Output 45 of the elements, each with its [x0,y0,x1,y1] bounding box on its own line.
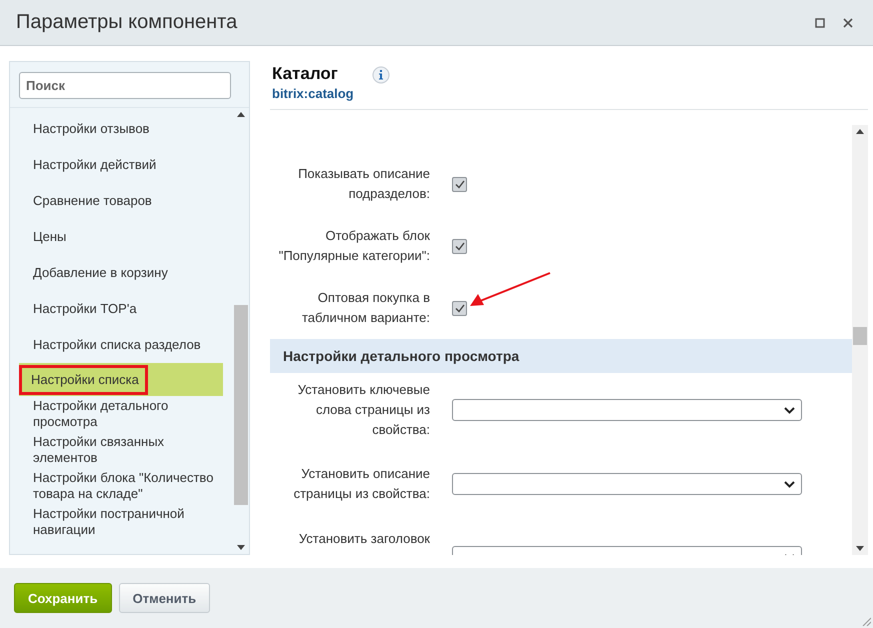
section-title: Настройки детального просмотра [283,348,520,364]
setting-label: Отображать блок "Популярные категории": [278,227,430,265]
cancel-button[interactable]: Отменить [118,583,210,613]
sidebar-item[interactable]: Настройки блока "Количество товара на складе" [19,468,233,504]
checkbox[interactable] [452,300,467,316]
close-icon[interactable] [843,18,853,28]
sidebar-item[interactable]: Настройки действий [19,147,233,183]
resize-grip-icon[interactable] [861,616,871,626]
sidebar-item[interactable]: Цены [19,219,233,255]
component-code: bitrix:catalog [272,86,354,101]
scroll-down-icon[interactable] [856,546,864,551]
check-icon [454,304,464,312]
dropdown[interactable] [452,399,802,421]
window-title: Параметры компонента [16,11,238,34]
sidebar-item[interactable]: Сравнение товаров [19,183,233,219]
sidebar-item[interactable]: Добавление в корзину [19,255,233,291]
checkbox[interactable] [452,238,467,254]
chevron-down-icon [784,480,795,488]
component-title: Каталог [272,64,339,84]
search-field[interactable]: Поиск [19,72,231,99]
scroll-down-icon[interactable] [237,545,245,550]
info-icon[interactable] [372,66,390,84]
sidebar-item[interactable]: Настройки TOP'а [19,291,233,327]
maximize-icon[interactable] [815,18,825,28]
setting-label: Оптовая покупка в табличном варианте: [300,289,430,327]
scrollbar[interactable] [852,125,868,555]
sidebar-item[interactable]: Настройки связанных элементов [19,432,233,468]
setting-label: Установить заголовок [298,530,430,548]
scroll-up-icon[interactable] [856,129,864,134]
dropdown[interactable] [452,473,802,495]
scroll-up-icon[interactable] [237,112,245,117]
check-icon [454,180,464,188]
sidebar-item[interactable]: Настройки постраничной навигации [19,504,233,540]
checkbox[interactable] [452,176,467,192]
sidebar-item[interactable]: Настройки списка [19,363,223,396]
chevron-down-icon [784,406,795,414]
sidebar-item[interactable]: Настройки отзывов [19,111,233,147]
scrollbar-thumb[interactable] [853,327,867,345]
scrollbar-thumb[interactable] [234,305,248,505]
check-icon [454,242,464,250]
setting-label: Установить описание страницы из свойства: [292,465,430,503]
sidebar-item[interactable]: Настройки детального просмотра [19,396,233,432]
setting-label: Установить ключевые слова страницы из свойства: [296,381,430,439]
sidebar-item[interactable]: Настройки списка разделов [19,327,233,363]
setting-label: Показывать описание подразделов: [297,165,430,203]
